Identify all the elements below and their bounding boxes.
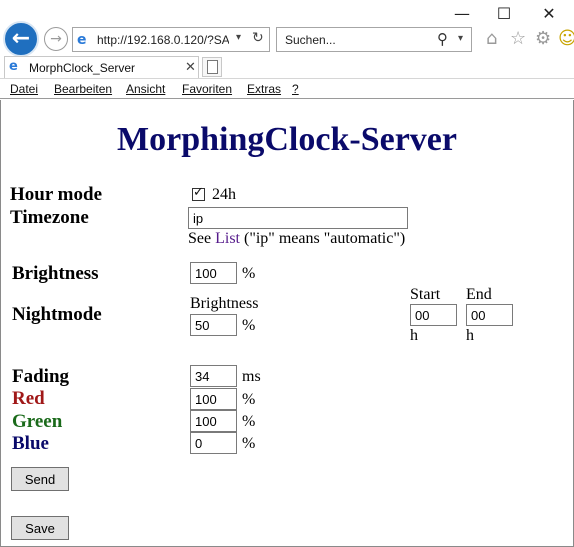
menu-help[interactable]: ? xyxy=(292,82,299,96)
tab-morphclock-server[interactable]: e MorphClock_Server ✕ xyxy=(4,56,199,78)
hour-mode-label: Hour mode xyxy=(10,184,103,205)
green-label: Green xyxy=(12,411,63,432)
search-icon[interactable]: ⚲ xyxy=(437,30,448,48)
blue-unit: % xyxy=(242,435,256,452)
timezone-hint-prefix: See xyxy=(188,230,216,247)
new-tab-button[interactable] xyxy=(202,57,222,77)
browser-chrome: — ☐ ✕ ← → e http://192.168.0.120/?SAV ▾ … xyxy=(0,0,574,100)
close-tab-icon[interactable]: ✕ xyxy=(185,59,196,75)
red-unit: % xyxy=(242,391,256,408)
fading-label: Fading xyxy=(12,366,70,387)
menu-datei[interactable]: Datei xyxy=(10,82,38,96)
nightmode-brightness-input[interactable] xyxy=(190,314,237,336)
menu-ansicht[interactable]: Ansicht xyxy=(126,82,165,96)
page-title: MorphingClock-Server xyxy=(117,121,457,158)
nightmode-brightness-label: Brightness xyxy=(190,295,259,312)
maximize-button[interactable]: ☐ xyxy=(493,4,515,24)
search-dropdown-icon[interactable]: ▾ xyxy=(458,33,463,44)
hour-mode-checkbox[interactable] xyxy=(192,185,205,201)
address-dropdown-icon[interactable]: ▾ xyxy=(236,32,241,43)
ie-logo-icon: e xyxy=(77,32,87,48)
nightmode-brightness-unit: % xyxy=(242,317,256,334)
brightness-unit: % xyxy=(242,265,256,282)
refresh-icon[interactable]: ↻ xyxy=(252,30,264,46)
nightmode-end-label: End xyxy=(466,286,492,303)
brightness-label: Brightness xyxy=(12,263,99,284)
timezone-label: Timezone xyxy=(10,207,89,228)
blue-label: Blue xyxy=(12,433,49,454)
nightmode-start-unit: h xyxy=(410,327,418,344)
fading-input[interactable] xyxy=(190,365,237,387)
green-unit: % xyxy=(242,413,256,430)
fading-unit: ms xyxy=(242,368,261,385)
back-arrow-icon: ← xyxy=(11,26,31,51)
save-button[interactable]: Save xyxy=(11,516,69,540)
timezone-list-link[interactable]: List xyxy=(215,230,240,247)
red-input[interactable] xyxy=(190,388,237,410)
brightness-input[interactable] xyxy=(190,262,237,284)
close-window-button[interactable]: ✕ xyxy=(538,4,560,24)
forward-arrow-icon: → xyxy=(50,31,62,47)
menu-favoriten[interactable]: Favoriten xyxy=(182,82,232,96)
address-text[interactable]: http://192.168.0.120/?SAV xyxy=(97,33,229,47)
ie-logo-icon: e xyxy=(9,59,18,74)
home-icon[interactable]: ⌂ xyxy=(486,28,497,49)
star-icon[interactable]: ☆ xyxy=(510,28,526,49)
menu-bar: Datei Bearbeiten Ansicht Favoriten Extra… xyxy=(0,78,574,99)
timezone-hint: See List ("ip" means "automatic") xyxy=(188,230,405,248)
back-button[interactable]: ← xyxy=(3,21,39,57)
hour-mode-checkbox-label: 24h xyxy=(212,186,236,203)
nightmode-start-label: Start xyxy=(410,286,441,303)
search-input[interactable]: Suchen... xyxy=(285,33,336,47)
blue-input[interactable] xyxy=(190,432,237,454)
gear-icon[interactable]: ⚙ xyxy=(535,28,551,49)
timezone-input[interactable] xyxy=(188,207,408,229)
nightmode-end-input[interactable] xyxy=(466,304,513,326)
tab-title: MorphClock_Server xyxy=(29,61,136,75)
send-button[interactable]: Send xyxy=(11,467,69,491)
menu-extras[interactable]: Extras xyxy=(247,82,281,96)
nightmode-end-unit: h xyxy=(466,327,474,344)
menu-bearbeiten[interactable]: Bearbeiten xyxy=(54,82,112,96)
address-bar[interactable]: e http://192.168.0.120/?SAV ▾ ↻ xyxy=(72,27,270,52)
forward-button[interactable]: → xyxy=(44,27,68,51)
minimize-button[interactable]: — xyxy=(451,4,473,24)
nightmode-start-input[interactable] xyxy=(410,304,457,326)
nightmode-label: Nightmode xyxy=(12,304,102,325)
timezone-hint-suffix: ("ip" means "automatic") xyxy=(240,230,406,247)
smiley-icon[interactable]: ☺ xyxy=(558,28,574,49)
search-box[interactable]: Suchen... ⚲ ▾ xyxy=(276,27,472,52)
green-input[interactable] xyxy=(190,410,237,432)
new-tab-icon xyxy=(207,60,218,74)
red-label: Red xyxy=(12,388,45,409)
